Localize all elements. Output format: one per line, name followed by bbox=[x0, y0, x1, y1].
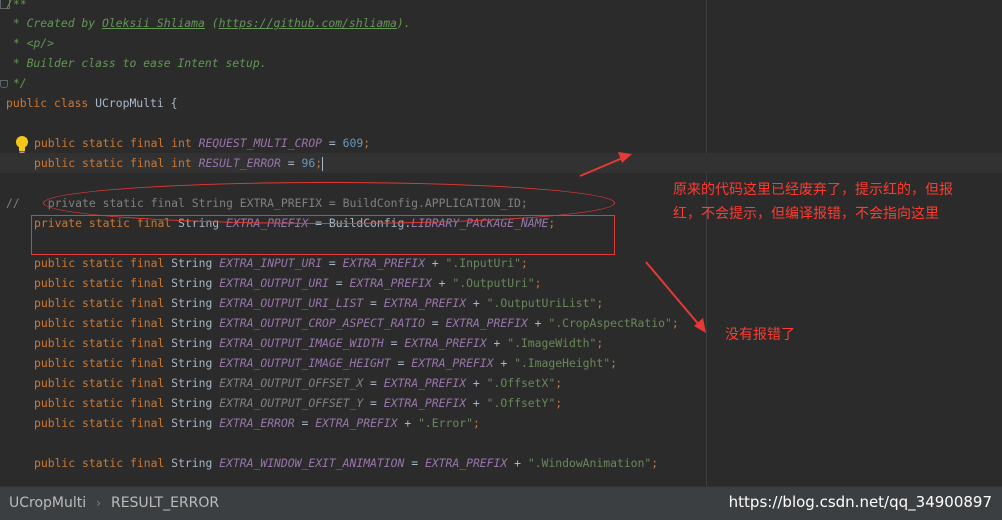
annotation-text: 原来的代码这里已经废弃了，提示红的，但报 bbox=[673, 182, 953, 198]
breadcrumb-chevron-icon: › bbox=[96, 496, 101, 510]
status-bar: UCropMulti › RESULT_ERROR https://blog.csd… bbox=[0, 486, 1002, 520]
arrow-head-icon bbox=[618, 152, 632, 163]
breadcrumb-class[interactable]: UCropMulti bbox=[9, 495, 86, 511]
annotation-note-2: 没有报错了 bbox=[725, 327, 795, 343]
breadcrumb-field[interactable]: RESULT_ERROR bbox=[111, 495, 219, 511]
annotation-arrows bbox=[579, 152, 706, 333]
annotation-note-1: 原来的代码这里已经废弃了，提示红的，但报 红，不会提示，但编译报错，不会指向这里 bbox=[673, 178, 1002, 226]
code-editor[interactable]: /** * Created by Oleksii Shliama (https:… bbox=[0, 0, 1002, 486]
annotation-arrow-1 bbox=[579, 156, 626, 177]
annotation-arrow-2 bbox=[645, 261, 701, 327]
watermark-text: https://blog.csdn.net/qq_34900897 bbox=[728, 493, 992, 511]
annotation-text: 红，不会提示，但编译报错，不会指向这里 bbox=[673, 206, 939, 222]
breadcrumb: UCropMulti › RESULT_ERROR bbox=[9, 495, 219, 511]
